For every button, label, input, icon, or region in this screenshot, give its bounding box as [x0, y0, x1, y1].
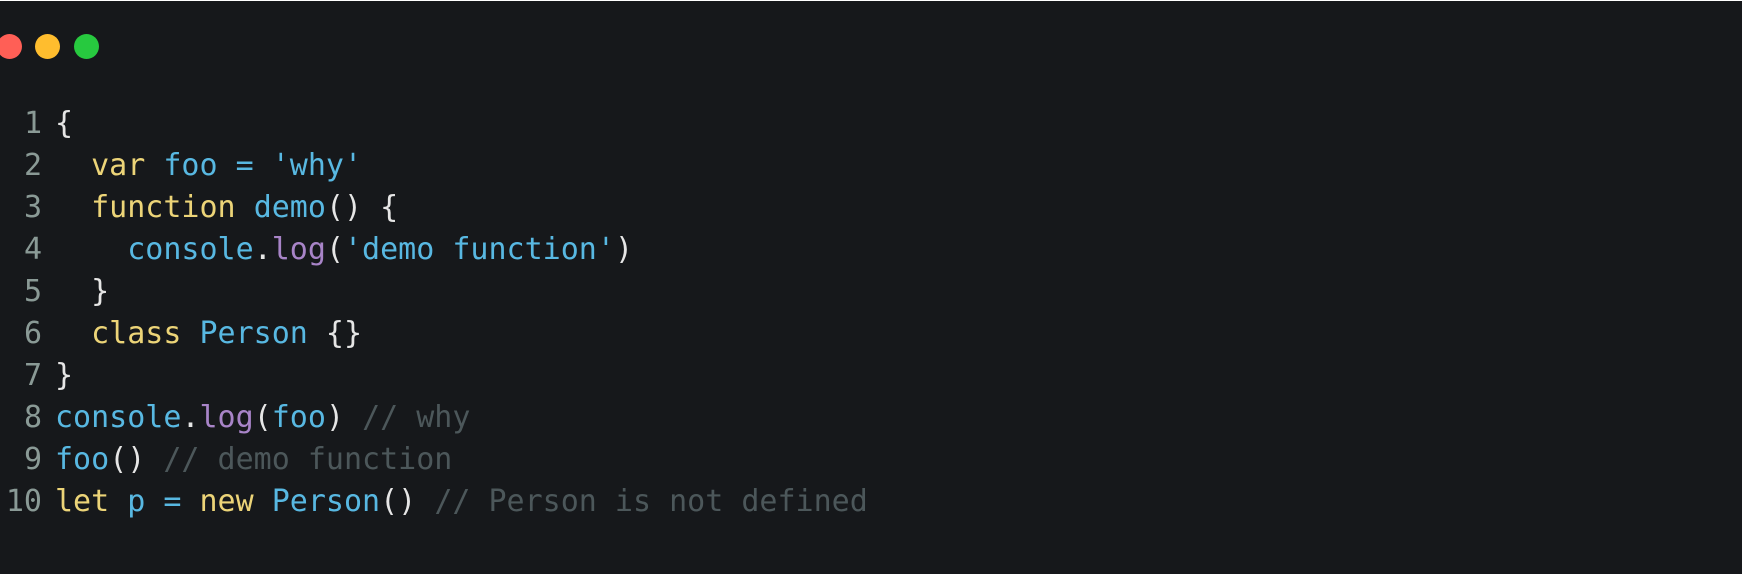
code-token: .: [253, 232, 272, 267]
code-token: =: [235, 148, 254, 183]
code-token: (: [253, 400, 272, 435]
code-token: {: [55, 106, 74, 141]
line-number: 2: [23, 148, 42, 183]
code-text: {: [55, 103, 73, 145]
code-token: ): [614, 232, 633, 267]
code-token: .: [181, 400, 200, 435]
line-number: 9: [23, 442, 42, 477]
code-token: }: [55, 358, 74, 393]
code-token: // Person is not defined: [434, 484, 868, 519]
line-number: 6: [23, 316, 42, 351]
code-text: class Person {}: [55, 313, 362, 355]
code-token: foo: [271, 400, 326, 435]
code-token: // demo function: [163, 442, 453, 477]
code-text: console.log(foo) // why: [55, 397, 470, 439]
code-token: foo: [163, 148, 218, 183]
code-token: {}: [307, 316, 363, 351]
line-number: 3: [23, 190, 42, 225]
code-token: Person: [271, 484, 381, 519]
code-text: let p = new Person() // Person is not de…: [55, 481, 868, 523]
line-number: 7: [23, 358, 42, 393]
line-number: 1: [23, 106, 42, 141]
code-token: ): [325, 400, 363, 435]
code-token: (: [325, 232, 344, 267]
code-token: console: [55, 400, 182, 435]
code-token: 'why': [271, 148, 363, 183]
code-window: 1{2 var foo = 'why' 3 function demo() {4 …: [0, 1, 1742, 574]
code-token: log: [199, 400, 254, 435]
code-token: log: [271, 232, 326, 267]
line-number: 5: [23, 274, 42, 309]
code-text: foo() // demo function: [55, 439, 452, 481]
code-text: }: [55, 355, 73, 397]
code-token: 'demo function': [344, 232, 615, 267]
code-text: console.log('demo function'): [55, 229, 633, 271]
line-number: 8: [23, 400, 42, 435]
code-token: () {: [325, 190, 399, 225]
code-token: foo: [55, 442, 110, 477]
code-text: function demo() {: [55, 187, 398, 229]
code-token: Person: [199, 316, 308, 351]
code-token: demo: [253, 190, 326, 225]
code-token: var: [91, 148, 146, 183]
close-window-button[interactable]: [0, 34, 22, 59]
code-token: (): [380, 484, 435, 519]
code-token: class: [91, 316, 182, 351]
code-token: }: [55, 274, 110, 309]
code-token: function: [91, 190, 236, 225]
line-number: 10: [5, 484, 42, 519]
code-token: (): [109, 442, 164, 477]
code-token: // why: [362, 400, 471, 435]
code-token: new: [199, 484, 254, 519]
maximize-window-button[interactable]: [74, 34, 99, 59]
code-token: let: [55, 484, 110, 519]
minimize-window-button[interactable]: [35, 34, 60, 59]
line-number: 4: [23, 232, 42, 267]
code-text: }: [55, 271, 109, 313]
code-token: p: [127, 484, 146, 519]
code-token: console: [127, 232, 254, 267]
code-text: var foo = 'why': [55, 145, 362, 187]
code-token: =: [163, 484, 182, 519]
